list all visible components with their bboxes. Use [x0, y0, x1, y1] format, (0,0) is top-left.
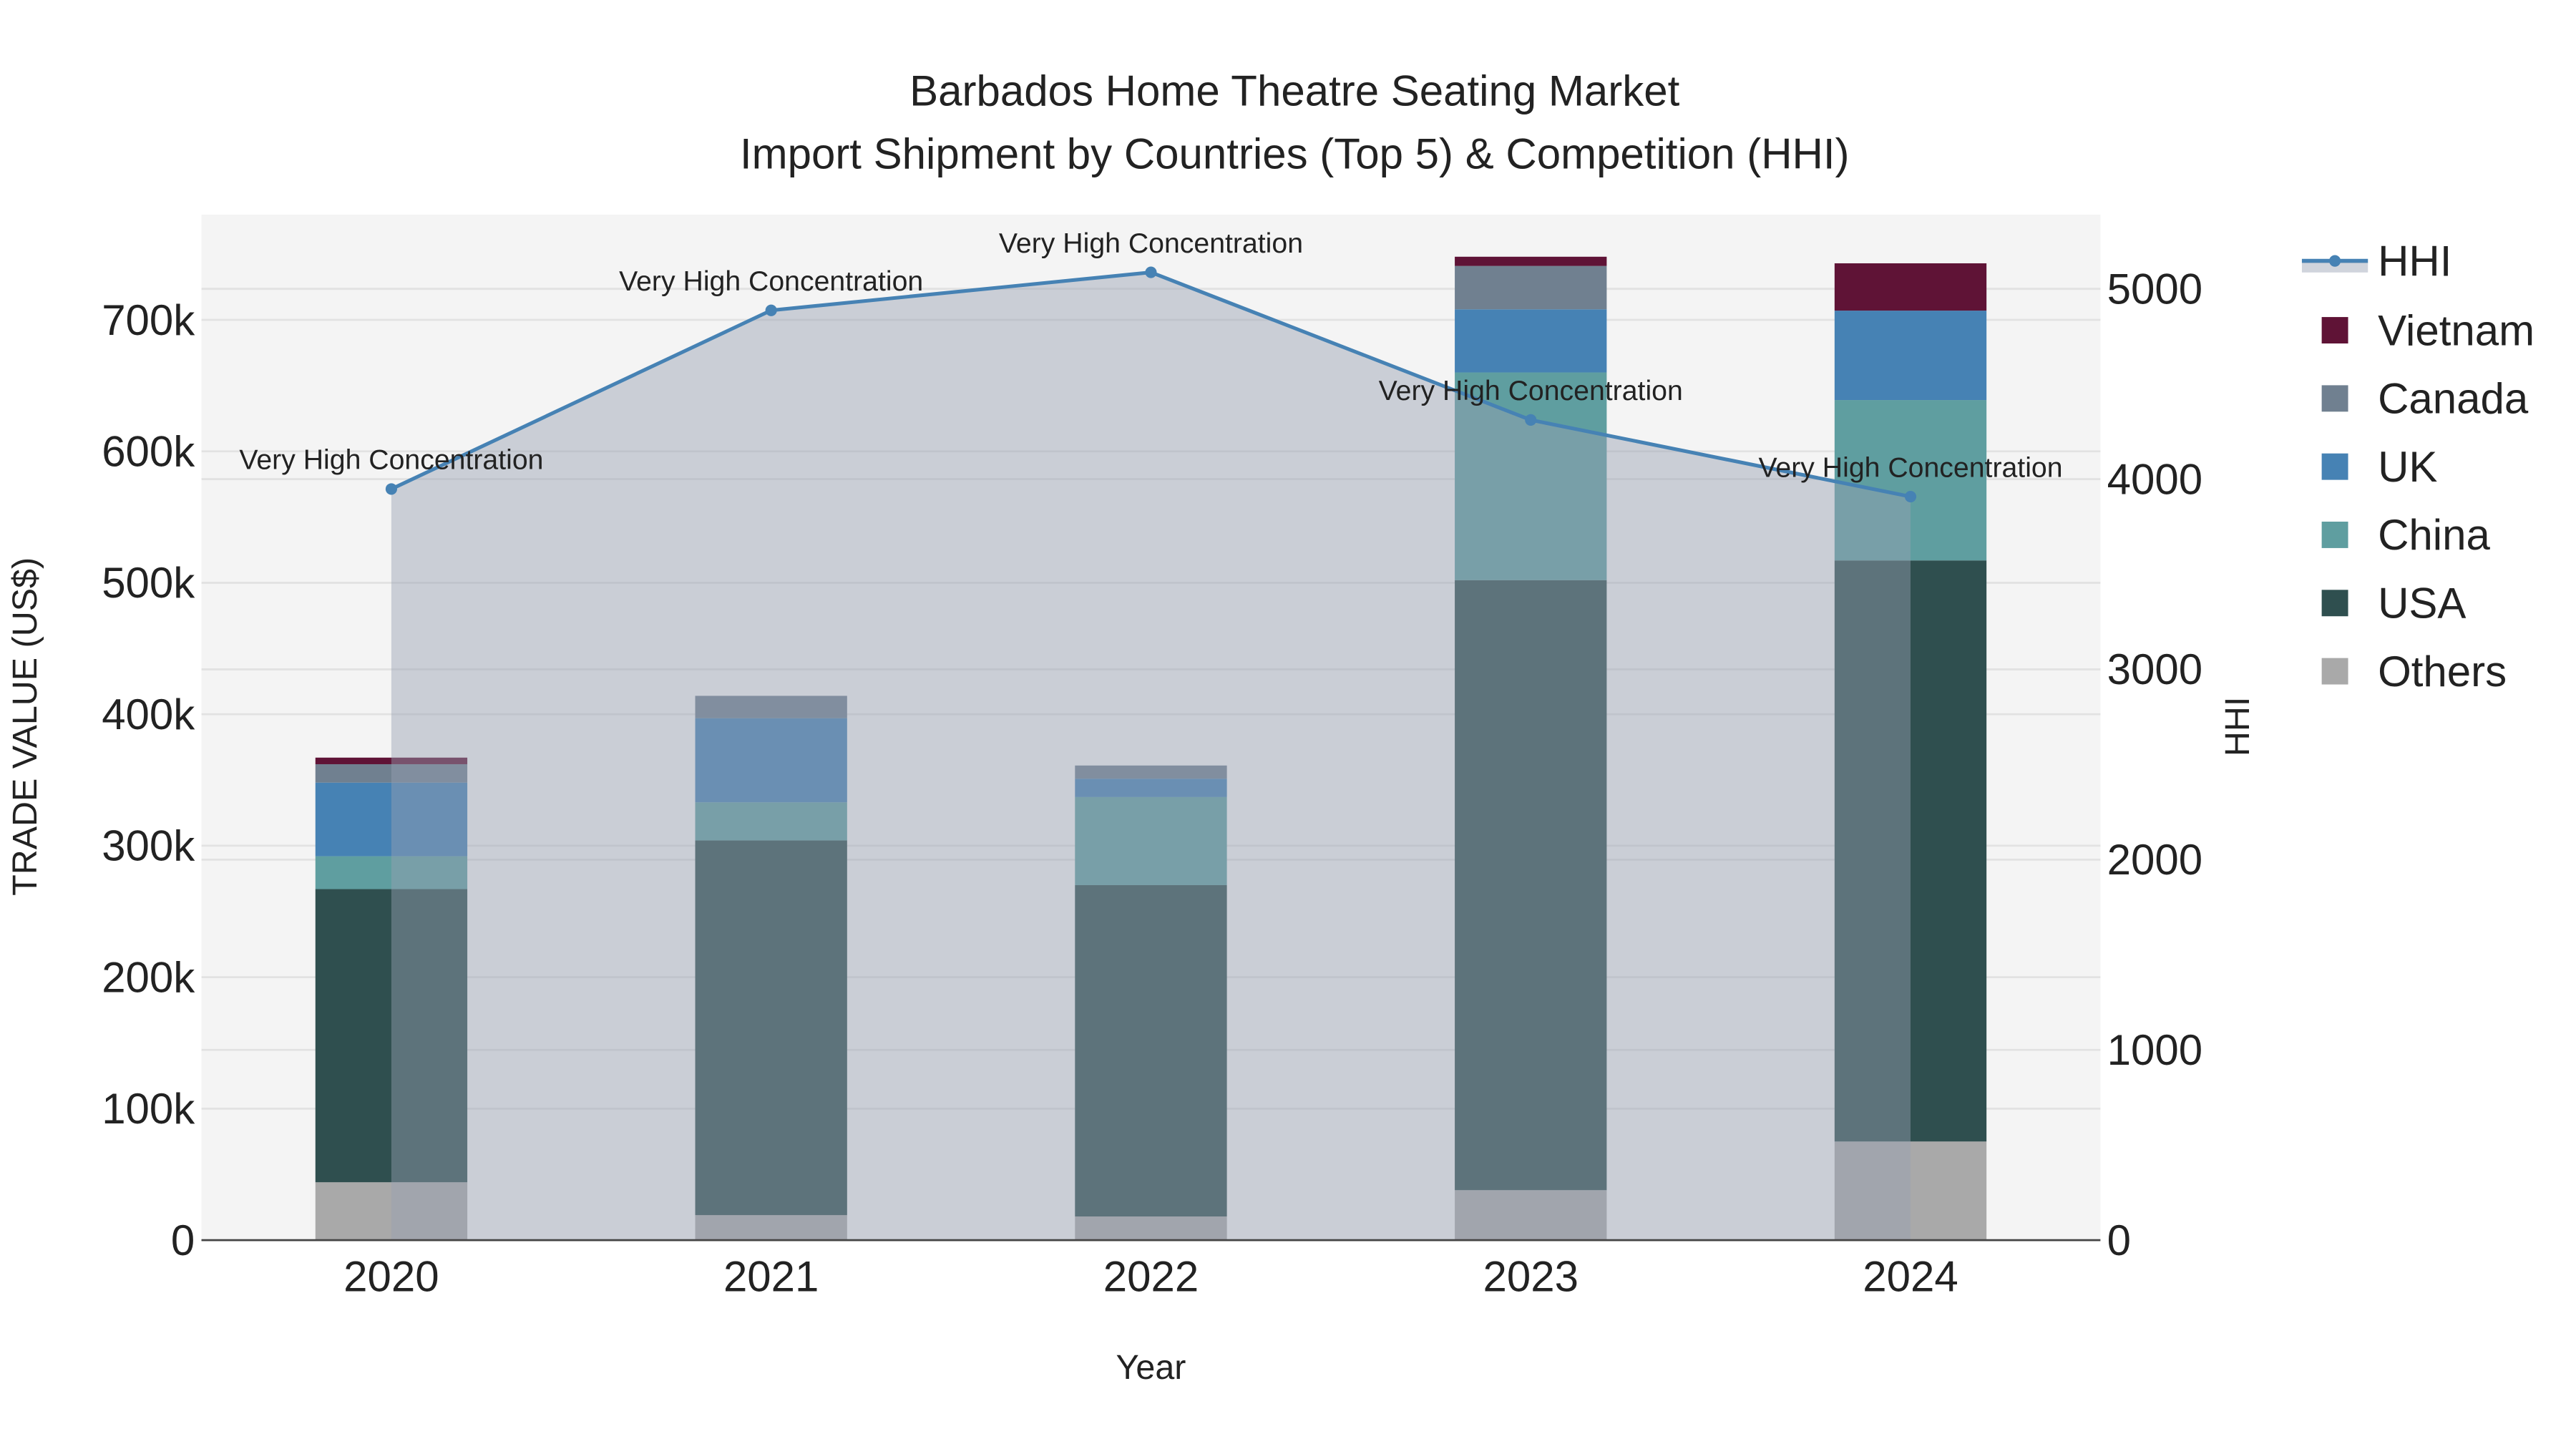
- legend-label-others: Others: [2378, 648, 2507, 696]
- legend-swatch-vietnam: [2321, 317, 2348, 343]
- y-tick-label: 500k: [102, 559, 195, 607]
- legend-label-canada: Canada: [2378, 375, 2529, 423]
- legend-label-usa: USA: [2378, 580, 2466, 628]
- bar-vietnam: [1455, 256, 1607, 266]
- legend-hhi-marker-icon: [2329, 255, 2341, 267]
- y-axis-title: TRADE VALUE (US$): [6, 557, 44, 896]
- legend-label-vietnam: Vietnam: [2378, 306, 2534, 354]
- hhi-point: [765, 304, 777, 316]
- y2-tick-label: 1000: [2107, 1026, 2202, 1074]
- chart-title-line2: Import Shipment by Countries (Top 5) & C…: [740, 130, 1850, 177]
- hhi-annotation: Very High Concentration: [999, 228, 1303, 259]
- chart-title-line1: Barbados Home Theatre Seating Market: [909, 67, 1679, 115]
- bar-uk: [1455, 309, 1607, 373]
- x-axis-title: Year: [1116, 1348, 1186, 1387]
- x-tick-label: 2021: [723, 1253, 819, 1301]
- x-tick-label: 2023: [1483, 1253, 1578, 1301]
- legend-swatch-canada: [2321, 385, 2348, 412]
- legend-swatch-usa: [2321, 590, 2348, 617]
- hhi-point: [1904, 490, 1917, 503]
- y-tick-label: 300k: [102, 822, 195, 870]
- y-tick-label: 200k: [102, 953, 195, 1001]
- y-tick-label: 100k: [102, 1085, 195, 1133]
- y-tick-label: 0: [171, 1216, 195, 1264]
- y-tick-label: 700k: [102, 296, 195, 344]
- x-tick-label: 2020: [343, 1253, 439, 1301]
- hhi-annotation: Very High Concentration: [1758, 452, 2062, 483]
- x-tick-label: 2024: [1863, 1253, 1958, 1301]
- y-tick-label: 400k: [102, 691, 195, 738]
- hhi-point: [1525, 414, 1537, 426]
- hhi-point: [1145, 266, 1157, 278]
- legend: HHI Vietnam Canada UK China USA Others: [2301, 237, 2534, 696]
- bar-vietnam: [1834, 263, 1987, 311]
- legend-swatch-others: [2321, 658, 2348, 685]
- legend-label-china: China: [2378, 511, 2490, 559]
- y2-tick-label: 5000: [2107, 265, 2202, 313]
- hhi-point: [385, 483, 397, 495]
- legend-swatch-china: [2321, 522, 2348, 548]
- y2-tick-label: 3000: [2107, 645, 2202, 693]
- y2-tick-label: 2000: [2107, 836, 2202, 884]
- legend-swatch-uk: [2321, 453, 2348, 480]
- y2-axis-title: HHI: [2218, 697, 2257, 756]
- hhi-annotation: Very High Concentration: [619, 265, 923, 297]
- hhi-annotation: Very High Concentration: [1379, 375, 1683, 406]
- y-tick-label: 600k: [102, 427, 195, 475]
- y2-tick-label: 4000: [2107, 455, 2202, 503]
- bar-uk: [1834, 311, 1987, 401]
- bar-canada: [1455, 265, 1607, 310]
- y2-tick-label: 0: [2107, 1216, 2131, 1264]
- chart: Very High Concentration Very High Concent…: [6, 67, 2534, 1387]
- hhi-annotation: Very High Concentration: [239, 444, 543, 476]
- legend-label-uk: UK: [2378, 443, 2437, 491]
- x-tick-label: 2022: [1103, 1253, 1199, 1301]
- legend-label-hhi: HHI: [2378, 237, 2451, 285]
